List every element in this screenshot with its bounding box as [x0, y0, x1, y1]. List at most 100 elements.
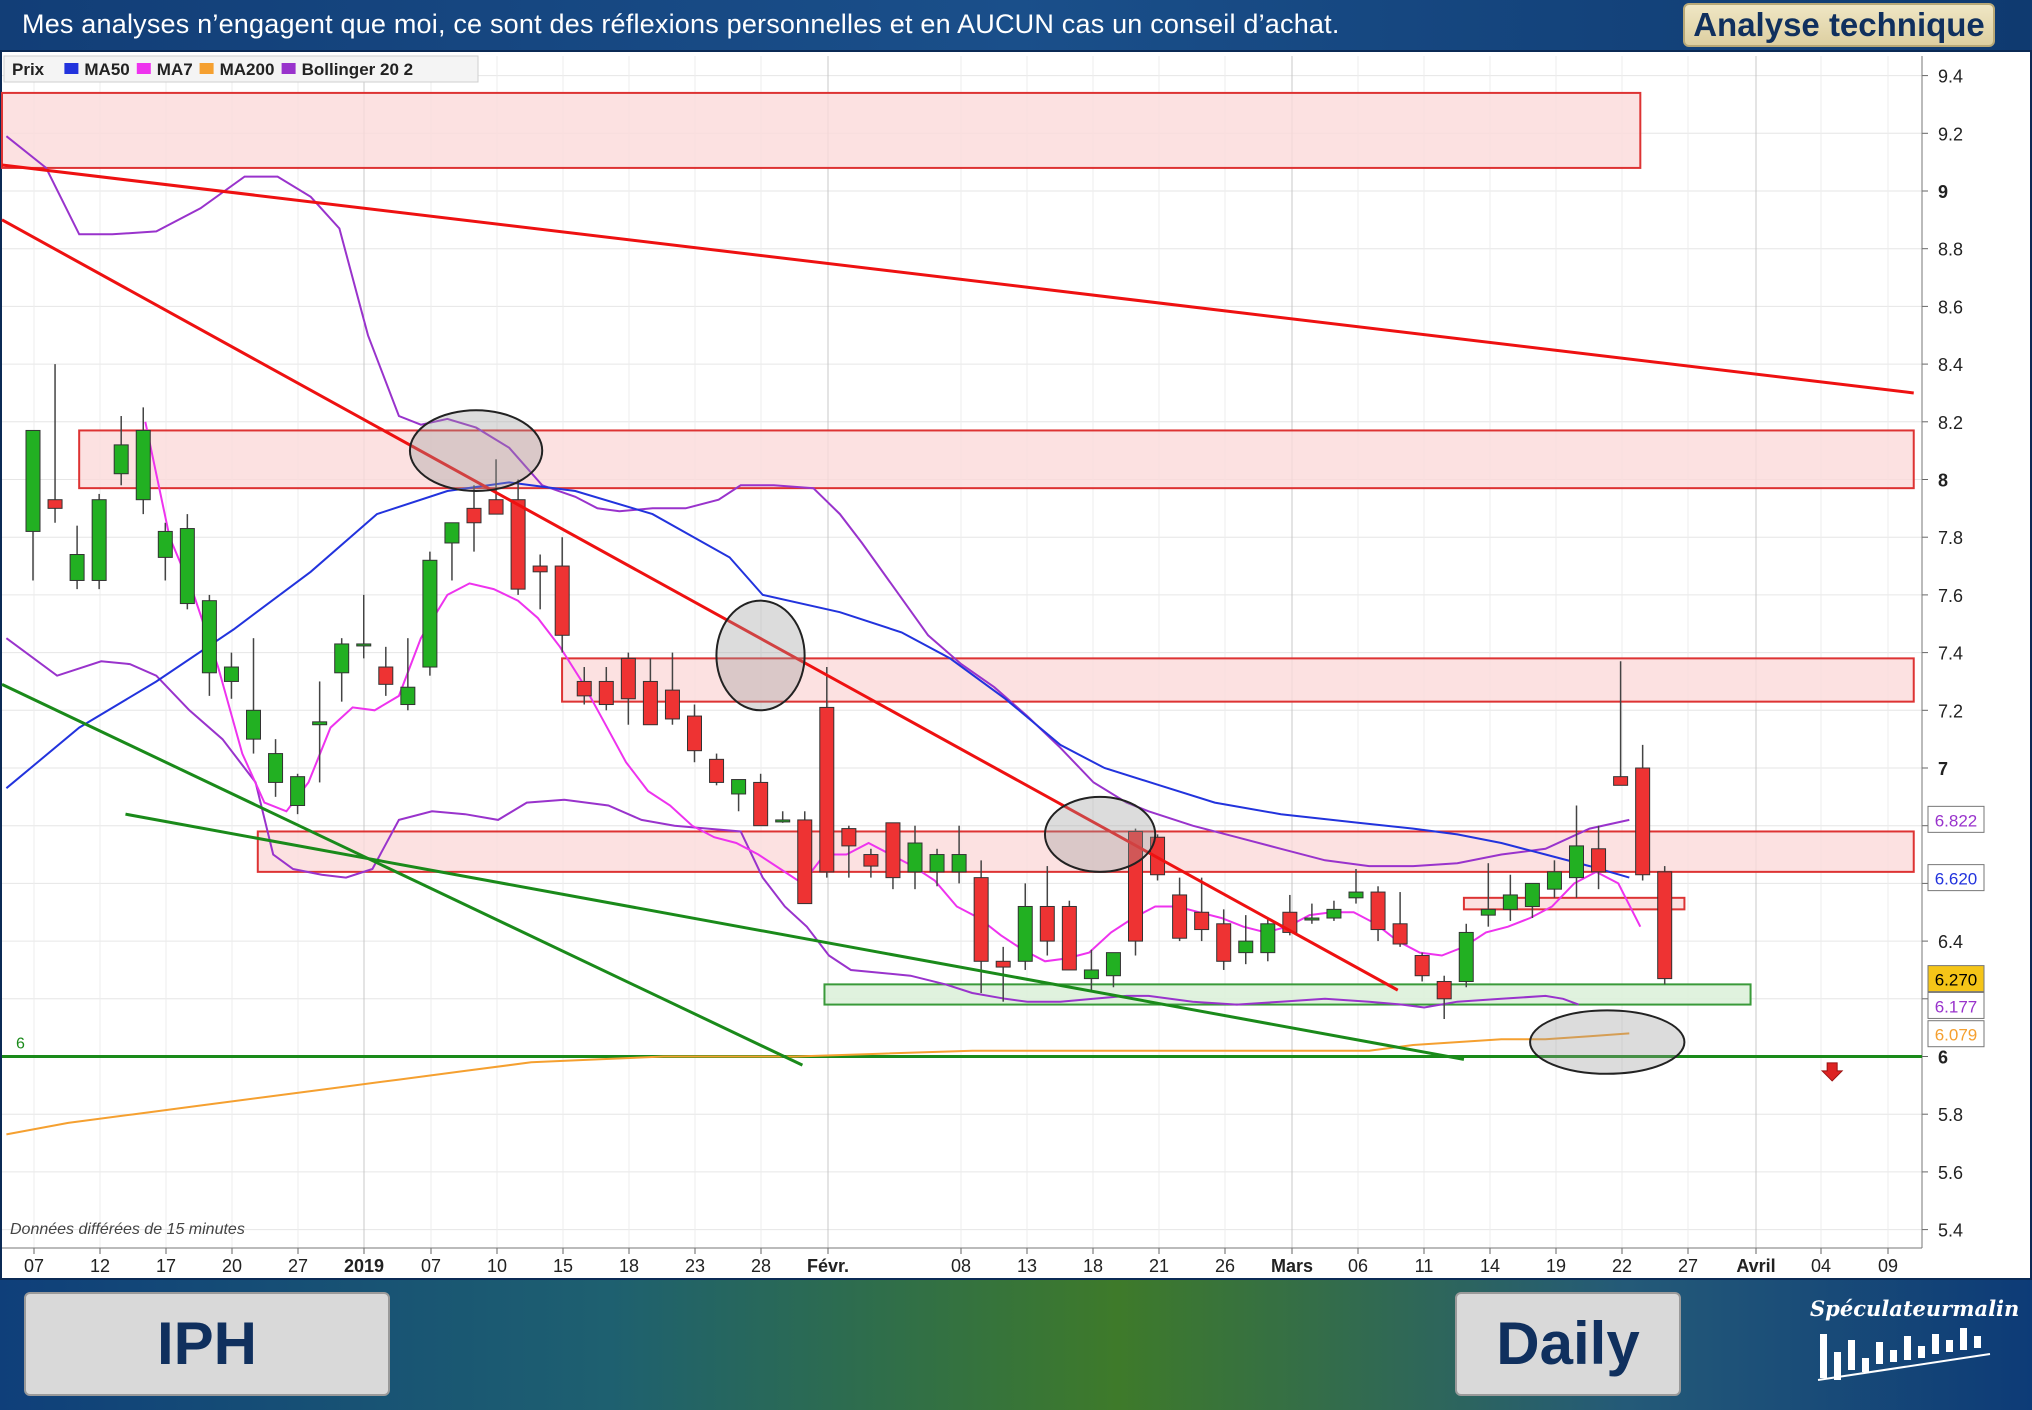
x-tick-label: 06	[1348, 1256, 1368, 1276]
candle-body	[620, 657, 636, 700]
candle-body	[973, 877, 989, 962]
candle-body	[378, 666, 394, 685]
candle-body	[642, 680, 658, 726]
candle-body	[576, 680, 592, 697]
candle-body	[1392, 923, 1408, 945]
legend-swatch	[281, 63, 296, 74]
highlight-ellipse	[408, 409, 544, 493]
x-tick-label: 19	[1546, 1256, 1566, 1276]
legend-label: Bollinger 20 2	[302, 60, 413, 79]
y-tick-label: 7.8	[1938, 528, 1963, 548]
candle-body	[753, 781, 769, 827]
candle-body	[1304, 917, 1320, 921]
x-tick-label: 22	[1612, 1256, 1632, 1276]
x-tick-label: 2019	[344, 1256, 384, 1276]
y-tick-label: 8	[1938, 471, 1948, 491]
x-tick-label: 11	[1415, 1256, 1434, 1276]
candle-body	[135, 429, 151, 501]
candle-body	[532, 565, 548, 573]
candle-body	[841, 828, 857, 847]
x-tick-label: Févr.	[807, 1256, 849, 1276]
candle-body	[1061, 905, 1077, 971]
candle-body	[929, 854, 945, 873]
candle-body	[201, 600, 217, 674]
candle-body	[356, 643, 372, 647]
candle-body	[863, 854, 879, 867]
candle-body	[885, 822, 901, 879]
candle-body	[268, 753, 284, 783]
x-tick-label: 04	[1811, 1256, 1831, 1276]
x-tick-label: 17	[156, 1256, 176, 1276]
resistance-zone	[78, 429, 1915, 490]
candle-body	[400, 686, 416, 706]
x-tick-label: 26	[1215, 1256, 1235, 1276]
candle-body	[91, 499, 107, 581]
y-tick-label: 7.6	[1938, 586, 1963, 606]
delayed-data-note: Données différées de 15 minutes	[10, 1221, 245, 1238]
y-tick-label: 5.4	[1938, 1221, 1963, 1241]
candle-body	[1260, 923, 1276, 954]
header-bar: Mes analyses n’engagent que moi, ce sont…	[0, 0, 2032, 52]
y-tick-label: 7	[1938, 759, 1948, 779]
resistance-zone	[1462, 896, 1686, 911]
candle-body	[1017, 905, 1033, 962]
candle-body	[444, 522, 460, 544]
candle-body	[775, 819, 791, 823]
candle-body	[488, 499, 504, 515]
y-tick-label: 8.6	[1938, 297, 1963, 317]
candle-body	[1414, 955, 1430, 977]
candle-body	[907, 842, 923, 873]
x-tick-label: Mars	[1271, 1256, 1313, 1276]
ticker-label: IPH	[24, 1292, 390, 1396]
legend-label: MA7	[157, 60, 193, 79]
candle-body	[1083, 969, 1099, 980]
candle-body	[1635, 767, 1651, 876]
candle-body	[797, 819, 813, 905]
candle-body	[598, 680, 614, 706]
candle-body	[1370, 891, 1386, 931]
candle-body	[1502, 894, 1518, 910]
x-tick-label: 18	[619, 1256, 639, 1276]
legend-swatch	[136, 63, 151, 74]
section-badge: Analyse technique	[1683, 3, 1995, 47]
candle-body	[290, 776, 306, 807]
candle-body	[25, 429, 41, 532]
candle-body	[113, 444, 129, 475]
last-value-label: 6.620	[1935, 870, 1978, 889]
candle-body	[1591, 848, 1607, 873]
candle-body	[312, 721, 328, 726]
x-tick-label: 07	[24, 1256, 44, 1276]
candle-body	[1569, 845, 1584, 879]
last-value-label: 6.822	[1935, 811, 1978, 830]
candle-body	[554, 565, 570, 636]
candle-body	[1436, 980, 1452, 1000]
candle-body	[246, 709, 261, 740]
highlight-ellipse	[715, 599, 806, 712]
y-tick-label: 8.8	[1938, 240, 1963, 260]
legend-swatch	[64, 63, 79, 74]
x-tick-label: 07	[421, 1256, 441, 1276]
x-tick-label: 27	[1678, 1256, 1698, 1276]
candle-body	[179, 528, 195, 605]
y-tick-label: 9.4	[1938, 67, 1963, 87]
last-value-label: 6.177	[1935, 997, 1978, 1016]
y-tick-label: 9.2	[1938, 124, 1963, 144]
brand-logo: Spéculateurmalin	[1810, 1292, 2019, 1396]
candle-body	[1105, 952, 1121, 977]
last-value-label: 6.270	[1935, 971, 1978, 990]
candle-body	[69, 554, 85, 581]
x-tick-label: 10	[487, 1256, 507, 1276]
y-tick-label: 8.4	[1938, 355, 1963, 375]
candle-body	[1172, 894, 1188, 939]
x-tick-label: 27	[288, 1256, 308, 1276]
x-tick-label: 12	[90, 1256, 110, 1276]
candle-body	[1546, 871, 1562, 890]
x-tick-label: 15	[553, 1256, 573, 1276]
candle-body	[422, 559, 438, 668]
candle-body	[731, 779, 747, 795]
candle-body	[1326, 908, 1342, 919]
candle-body	[1458, 931, 1474, 982]
chart-area: 9.49.298.88.68.48.287.87.67.47.276.86.66…	[0, 52, 2032, 1278]
candle-body	[1238, 940, 1254, 954]
x-tick-label: 08	[951, 1256, 971, 1276]
